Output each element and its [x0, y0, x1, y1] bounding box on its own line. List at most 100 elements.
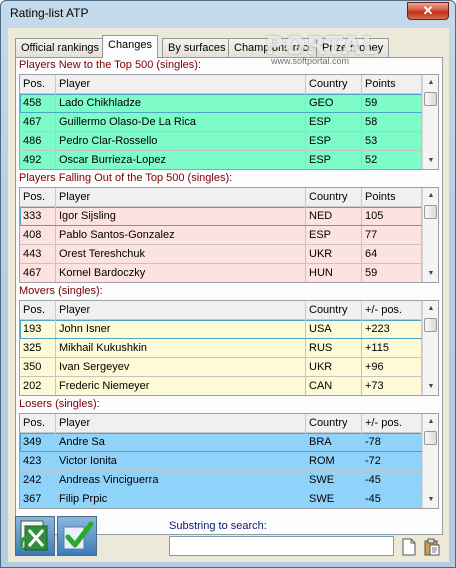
column-header-player[interactable]: Player — [56, 188, 306, 207]
column-header-pos[interactable]: Pos. — [20, 301, 56, 320]
table-row[interactable]: 467 Guillermo Olaso-De La Rica ESP 58 — [20, 113, 422, 132]
cell-player: Igor Sijsling — [56, 207, 306, 225]
cell-country: ESP — [306, 151, 362, 169]
column-header-value[interactable]: +/- pos. — [362, 301, 422, 320]
table-row[interactable]: 325 Mikhail Kukushkin RUS +115 — [20, 339, 422, 358]
cell-country: NED — [306, 207, 362, 225]
cell-value: -45 — [362, 490, 422, 508]
scroll-down-arrow-icon[interactable]: ▼ — [423, 266, 438, 282]
cell-player: Kornel Bardoczky — [56, 264, 306, 282]
cell-country: ESP — [306, 226, 362, 244]
table-row[interactable]: 242 Andreas Vinciguerra SWE -45 — [20, 471, 422, 490]
vertical-scrollbar[interactable]: ▲ ▼ — [422, 75, 438, 169]
cell-pos: 458 — [20, 94, 56, 112]
vertical-scrollbar[interactable]: ▲ ▼ — [422, 301, 438, 395]
scroll-up-arrow-icon[interactable]: ▲ — [423, 301, 438, 317]
scroll-thumb[interactable] — [424, 431, 437, 445]
scroll-up-arrow-icon[interactable]: ▲ — [423, 188, 438, 204]
cell-value: +115 — [362, 339, 422, 357]
export-excel-button[interactable] — [15, 516, 55, 556]
column-header-value[interactable]: Points — [362, 188, 422, 207]
data-grid[interactable]: Pos. Player Country Points 333 Igor Sijsling N… — [19, 187, 439, 283]
cell-value: -78 — [362, 433, 422, 451]
cell-value: 58 — [362, 113, 422, 131]
column-header-value[interactable]: Points — [362, 75, 422, 94]
table-row[interactable]: 458 Lado Chikhladze GEO 59 — [20, 94, 422, 113]
column-header-player[interactable]: Player — [56, 414, 306, 433]
cell-country: ROM — [306, 452, 362, 470]
cell-value: 64 — [362, 245, 422, 263]
cell-pos: 325 — [20, 339, 56, 357]
data-grid[interactable]: Pos. Player Country Points 458 Lado Chikhladz… — [19, 74, 439, 170]
cell-country: HUN — [306, 264, 362, 282]
cell-pos: 193 — [20, 320, 56, 338]
table-row[interactable]: 467 Kornel Bardoczky HUN 59 — [20, 264, 422, 282]
scroll-thumb[interactable] — [424, 92, 437, 106]
table-row[interactable]: 486 Pedro Clar-Rossello ESP 53 — [20, 132, 422, 151]
table-row[interactable]: 349 Andre Sa BRA -78 — [20, 433, 422, 452]
table-row[interactable]: 193 John Isner USA +223 — [20, 320, 422, 339]
column-header-player[interactable]: Player — [56, 301, 306, 320]
apply-button[interactable] — [57, 516, 97, 556]
grid-header: Pos. Player Country +/- pos. — [20, 301, 422, 320]
cell-value: -72 — [362, 452, 422, 470]
column-header-country[interactable]: Country — [306, 414, 362, 433]
tab-strip: Official rankings Changes By surfaces Ch… — [15, 35, 445, 58]
column-header-country[interactable]: Country — [306, 75, 362, 94]
blank-document-icon[interactable] — [401, 538, 417, 556]
data-grid[interactable]: Pos. Player Country +/- pos. 193 John Isner US… — [19, 300, 439, 396]
table-row[interactable]: 423 Victor Ionita ROM -72 — [20, 452, 422, 471]
cell-country: RUS — [306, 339, 362, 357]
vertical-scrollbar[interactable]: ▲ ▼ — [422, 188, 438, 282]
table-row[interactable]: 443 Orest Tereshchuk UKR 64 — [20, 245, 422, 264]
cell-player: Victor Ionita — [56, 452, 306, 470]
table-row[interactable]: 333 Igor Sijsling NED 105 — [20, 207, 422, 226]
column-header-country[interactable]: Country — [306, 188, 362, 207]
cell-country: BRA — [306, 433, 362, 451]
tab-prize-money[interactable]: Prize money — [316, 38, 390, 57]
column-header-country[interactable]: Country — [306, 301, 362, 320]
table-row[interactable]: 350 Ivan Sergeyev UKR +96 — [20, 358, 422, 377]
cell-value: 77 — [362, 226, 422, 244]
cell-pos: 350 — [20, 358, 56, 376]
section-title: Losers (singles): — [19, 398, 100, 410]
scroll-thumb[interactable] — [424, 318, 437, 332]
title-bar[interactable]: Rating-list ATP ✕ — [1, 1, 455, 27]
cell-value: -45 — [362, 471, 422, 489]
column-header-pos[interactable]: Pos. — [20, 188, 56, 207]
table-row[interactable]: 202 Frederic Niemeyer CAN +73 — [20, 377, 422, 395]
cell-value: +96 — [362, 358, 422, 376]
scroll-up-arrow-icon[interactable]: ▲ — [423, 414, 438, 430]
cell-country: CAN — [306, 377, 362, 395]
vertical-scrollbar[interactable]: ▲ ▼ — [422, 414, 438, 508]
cell-pos: 349 — [20, 433, 56, 451]
column-header-pos[interactable]: Pos. — [20, 75, 56, 94]
client-area: Official rankings Changes By surfaces Ch… — [8, 28, 449, 562]
cell-player: Pablo Santos-Gonzalez — [56, 226, 306, 244]
tab-by-surfaces[interactable]: By surfaces — [162, 38, 232, 57]
cell-player: Mikhail Kukushkin — [56, 339, 306, 357]
table-row[interactable]: 367 Filip Prpic SWE -45 — [20, 490, 422, 508]
scroll-thumb[interactable] — [424, 205, 437, 219]
tab-champions-race[interactable]: Champions race — [228, 38, 321, 57]
clipboard-icon[interactable] — [424, 538, 440, 556]
changes-panel: Players New to the Top 500 (singles): Pos… — [15, 57, 443, 535]
column-header-value[interactable]: +/- pos. — [362, 414, 422, 433]
cell-player: Frederic Niemeyer — [56, 377, 306, 395]
cell-player: Orest Tereshchuk — [56, 245, 306, 263]
table-row[interactable]: 492 Oscar Burrieza-Lopez ESP 52 — [20, 151, 422, 169]
data-grid[interactable]: Pos. Player Country +/- pos. 349 Andre Sa BRA -… — [19, 413, 439, 509]
search-input[interactable] — [169, 536, 394, 556]
cell-value: 105 — [362, 207, 422, 225]
scroll-down-arrow-icon[interactable]: ▼ — [423, 379, 438, 395]
close-button[interactable]: ✕ — [407, 2, 449, 20]
column-header-player[interactable]: Player — [56, 75, 306, 94]
scroll-down-arrow-icon[interactable]: ▼ — [423, 153, 438, 169]
scroll-up-arrow-icon[interactable]: ▲ — [423, 75, 438, 91]
column-header-pos[interactable]: Pos. — [20, 414, 56, 433]
table-row[interactable]: 408 Pablo Santos-Gonzalez ESP 77 — [20, 226, 422, 245]
scroll-down-arrow-icon[interactable]: ▼ — [423, 492, 438, 508]
cell-country: UKR — [306, 245, 362, 263]
tab-official-rankings[interactable]: Official rankings — [15, 38, 106, 57]
tab-changes[interactable]: Changes — [102, 35, 159, 58]
